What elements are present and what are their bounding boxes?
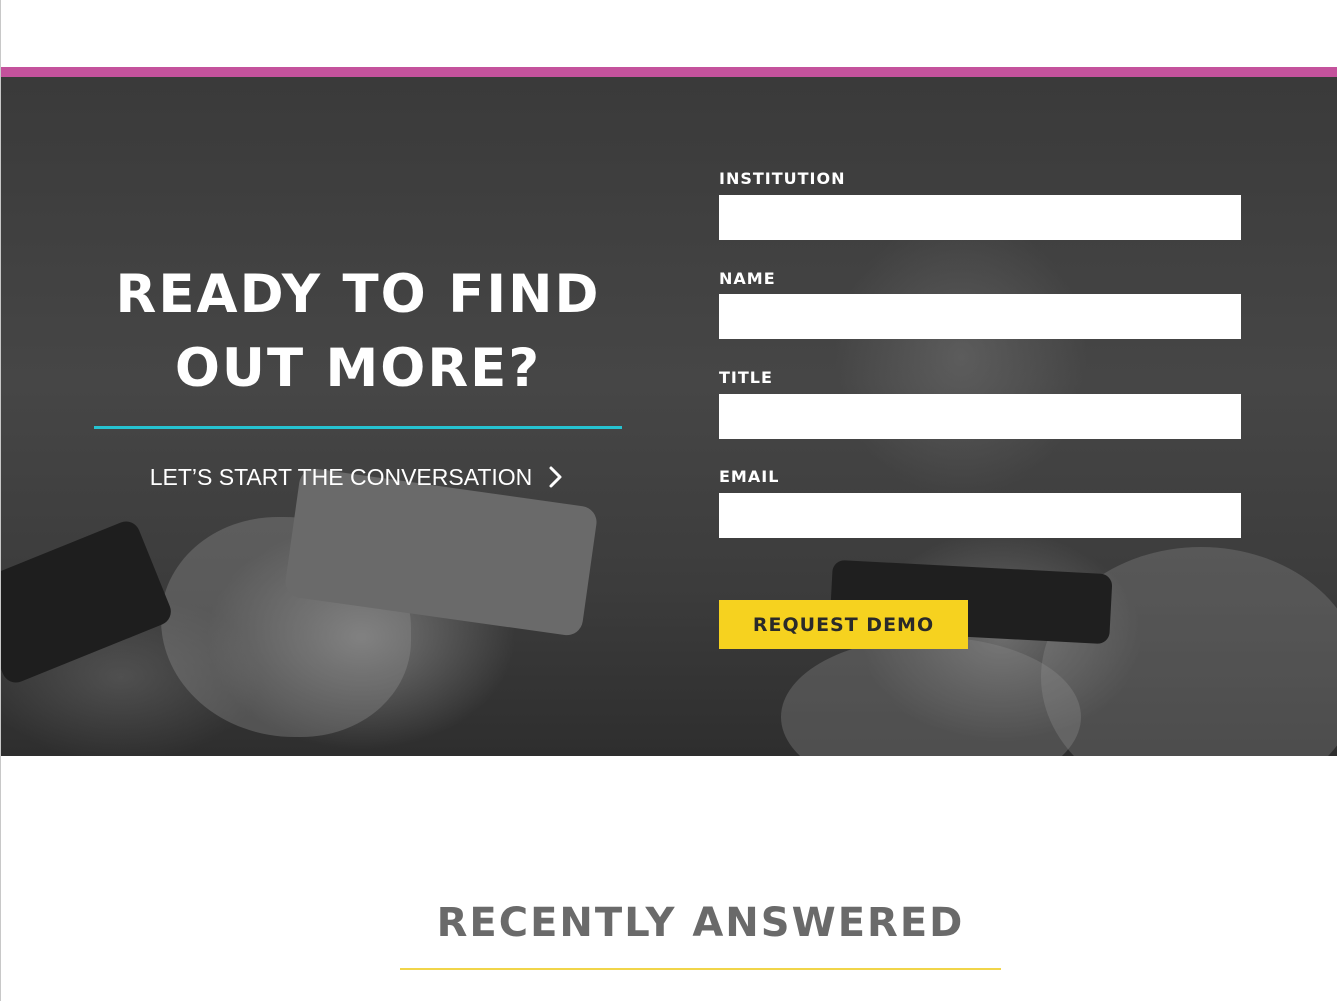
institution-field[interactable] <box>719 195 1241 240</box>
background-photo-hand <box>781 637 1081 756</box>
background-photo-phone <box>1 517 176 687</box>
name-field[interactable] <box>719 294 1241 339</box>
request-demo-button[interactable]: REQUEST DEMO <box>719 600 968 649</box>
accent-bar <box>1 67 1337 77</box>
start-conversation-label: LET’S START THE CONVERSATION <box>149 463 533 490</box>
recently-answered-heading: RECENTLY ANSWERED <box>436 900 965 946</box>
name-label: NAME <box>719 269 776 288</box>
title-label: TITLE <box>719 368 773 387</box>
email-field[interactable] <box>719 493 1241 538</box>
background-photo-hand <box>161 517 411 737</box>
institution-label: INSTITUTION <box>719 169 846 188</box>
title-field[interactable] <box>719 394 1241 439</box>
hero-section: READY TO FIND OUT MORE? LET’S START THE … <box>1 77 1337 756</box>
page: READY TO FIND OUT MORE? LET’S START THE … <box>0 0 1338 1001</box>
email-label: EMAIL <box>719 467 780 486</box>
background-photo-hand <box>1041 547 1337 756</box>
hero-heading: READY TO FIND OUT MORE? <box>115 264 601 399</box>
recently-answered-divider <box>400 968 1001 970</box>
start-conversation-link[interactable]: LET’S START THE CONVERSATION <box>94 460 622 494</box>
chevron-right-icon <box>549 466 562 488</box>
hero-divider <box>94 426 622 429</box>
